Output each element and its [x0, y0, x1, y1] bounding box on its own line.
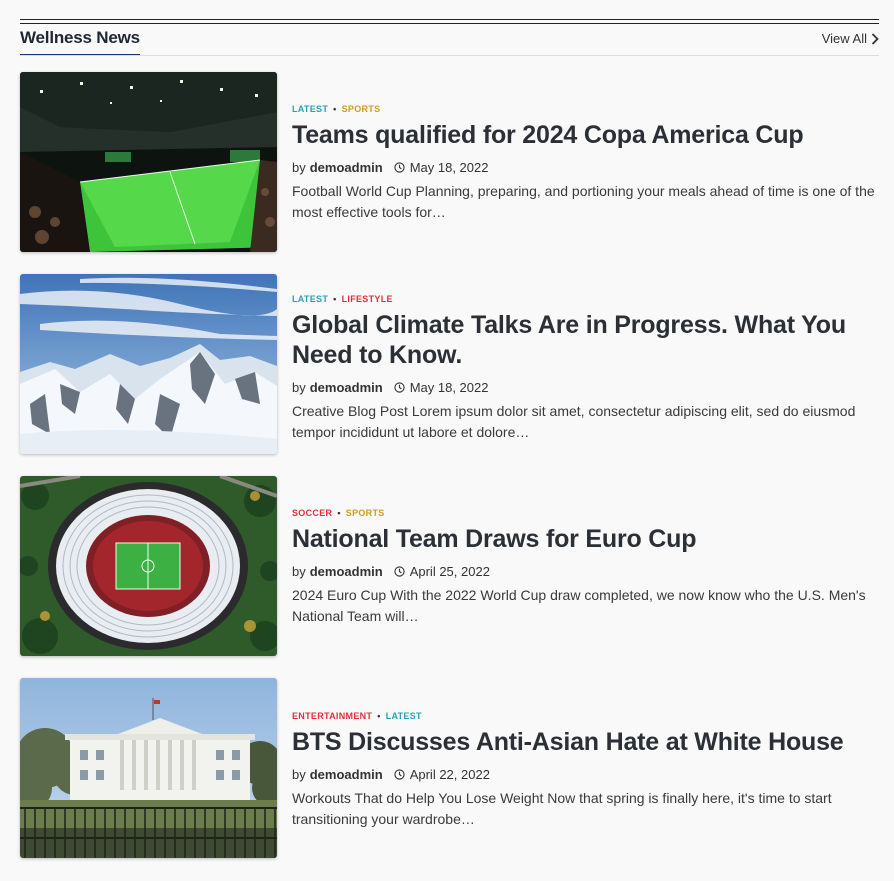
category-link[interactable]: LATEST: [386, 711, 422, 721]
category-link[interactable]: LATEST: [292, 104, 328, 114]
post-thumbnail-white-house[interactable]: [20, 678, 277, 858]
author-link[interactable]: demoadmin: [310, 380, 383, 395]
post-date[interactable]: May 18, 2022: [410, 380, 489, 395]
post-meta: by demoadmin April 25, 2022: [292, 564, 878, 579]
post-content: SOCCER • SPORTS National Team Draws for …: [292, 508, 878, 627]
by-label: by: [292, 767, 306, 782]
category-link[interactable]: LATEST: [292, 294, 328, 304]
post-thumbnail-stadium-night[interactable]: [20, 72, 277, 252]
post-headline-link[interactable]: Global Climate Talks Are in Progress. Wh…: [292, 310, 878, 370]
category-link[interactable]: ENTERTAINMENT: [292, 711, 372, 721]
post-headline-link[interactable]: National Team Draws for Euro Cup: [292, 524, 878, 554]
author-link[interactable]: demoadmin: [310, 160, 383, 175]
post-item: LATEST • SPORTS Teams qualified for 2024…: [20, 72, 879, 252]
category-link[interactable]: SPORTS: [342, 104, 381, 114]
category-link[interactable]: SPORTS: [346, 508, 385, 518]
post-headline-link[interactable]: Teams qualified for 2024 Copa America Cu…: [292, 120, 878, 150]
by-label: by: [292, 564, 306, 579]
snowy-mountains-image: [20, 274, 277, 454]
clock-icon: [394, 769, 405, 780]
category-separator: •: [377, 711, 381, 721]
post-item: SOCCER • SPORTS National Team Draws for …: [20, 476, 879, 656]
section-header-divider: [20, 55, 879, 56]
white-house-image: [20, 678, 277, 858]
category-link[interactable]: LIFESTYLE: [342, 294, 393, 304]
post-content: LATEST • SPORTS Teams qualified for 2024…: [292, 104, 878, 223]
post-meta: by demoadmin April 22, 2022: [292, 767, 878, 782]
author-link[interactable]: demoadmin: [310, 767, 383, 782]
category-separator: •: [333, 294, 337, 304]
stadium-aerial-image: [20, 476, 277, 656]
section-header: Wellness News View All: [20, 24, 879, 56]
author-link[interactable]: demoadmin: [310, 564, 383, 579]
post-item: ENTERTAINMENT • LATEST BTS Discusses Ant…: [20, 678, 879, 858]
clock-icon: [394, 162, 405, 173]
post-excerpt: Football World Cup Planning, preparing, …: [292, 183, 875, 220]
post-meta: by demoadmin May 18, 2022: [292, 160, 878, 175]
chevron-right-icon: [871, 32, 879, 45]
post-categories: SOCCER • SPORTS: [292, 508, 878, 518]
post-headline-link[interactable]: BTS Discusses Anti-Asian Hate at White H…: [292, 727, 878, 757]
post-thumbnail-mountains[interactable]: [20, 274, 277, 454]
post-categories: LATEST • SPORTS: [292, 104, 878, 114]
by-label: by: [292, 380, 306, 395]
view-all-link[interactable]: View All: [822, 31, 879, 46]
clock-icon: [394, 566, 405, 577]
post-categories: LATEST • LIFESTYLE: [292, 294, 878, 304]
category-separator: •: [337, 508, 341, 518]
post-content: ENTERTAINMENT • LATEST BTS Discusses Ant…: [292, 711, 878, 830]
section-title: Wellness News: [20, 28, 140, 47]
post-excerpt: Workouts That do Help You Lose Weight No…: [292, 790, 832, 827]
post-content: LATEST • LIFESTYLE Global Climate Talks …: [292, 294, 878, 443]
post-date[interactable]: May 18, 2022: [410, 160, 489, 175]
view-all-label: View All: [821, 31, 867, 46]
post-thumbnail-stadium-aerial[interactable]: [20, 476, 277, 656]
post-excerpt: Creative Blog Post Lorem ipsum dolor sit…: [292, 403, 856, 440]
post-date[interactable]: April 22, 2022: [410, 767, 490, 782]
post-categories: ENTERTAINMENT • LATEST: [292, 711, 878, 721]
category-link[interactable]: SOCCER: [292, 508, 332, 518]
clock-icon: [394, 382, 405, 393]
post-item: LATEST • LIFESTYLE Global Climate Talks …: [20, 274, 879, 454]
post-date[interactable]: April 25, 2022: [410, 564, 490, 579]
post-meta: by demoadmin May 18, 2022: [292, 380, 878, 395]
category-separator: •: [333, 104, 337, 114]
post-excerpt: 2024 Euro Cup With the 2022 World Cup dr…: [292, 587, 866, 624]
by-label: by: [292, 160, 306, 175]
stadium-night-image: [20, 72, 277, 252]
